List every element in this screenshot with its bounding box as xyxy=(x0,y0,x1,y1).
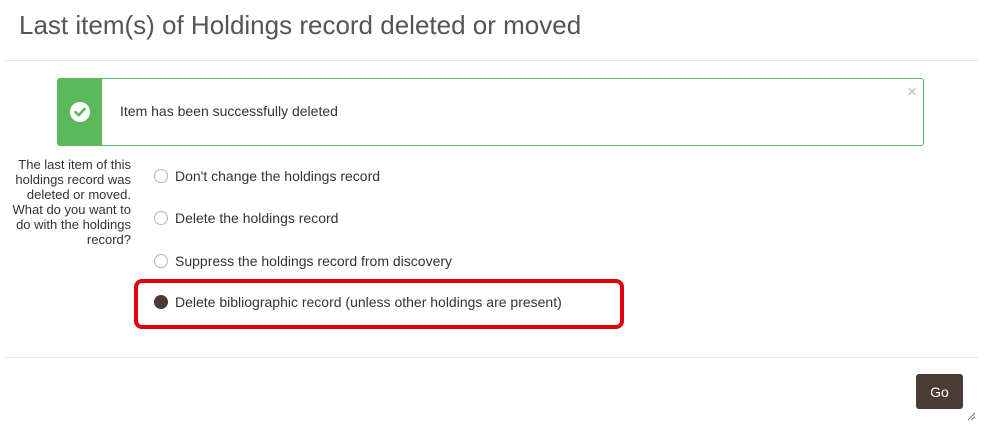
go-button[interactable]: Go xyxy=(916,374,963,409)
header-divider xyxy=(4,60,978,61)
option-delete-holdings[interactable]: Delete the holdings record xyxy=(154,208,338,228)
footer-divider xyxy=(4,357,978,358)
radio-button[interactable] xyxy=(154,169,168,183)
option-label: Suppress the holdings record from discov… xyxy=(175,253,453,269)
option-dont-change[interactable]: Don't change the holdings record xyxy=(154,166,380,186)
option-label: Delete the holdings record xyxy=(175,210,339,226)
question-label: The last item of this holdings record wa… xyxy=(12,157,131,247)
alert-message: Item has been successfully deleted xyxy=(120,103,338,119)
success-alert: Item has been successfully deleted × xyxy=(57,78,924,146)
close-icon[interactable]: × xyxy=(907,83,917,100)
modal-title: Last item(s) of Holdings record deleted … xyxy=(19,10,582,40)
option-label: Don't change the holdings record xyxy=(175,168,381,184)
alert-icon-area xyxy=(58,79,102,145)
radio-button[interactable] xyxy=(154,254,168,268)
option-delete-bib-record[interactable]: Delete bibliographic record (unless othe… xyxy=(154,292,562,312)
check-circle-icon xyxy=(70,102,90,122)
option-label: Delete bibliographic record (unless othe… xyxy=(175,294,562,310)
resize-handle-icon[interactable] xyxy=(967,412,976,421)
radio-button-selected[interactable] xyxy=(154,295,168,309)
option-suppress-holdings[interactable]: Suppress the holdings record from discov… xyxy=(154,251,452,271)
radio-button[interactable] xyxy=(154,211,168,225)
